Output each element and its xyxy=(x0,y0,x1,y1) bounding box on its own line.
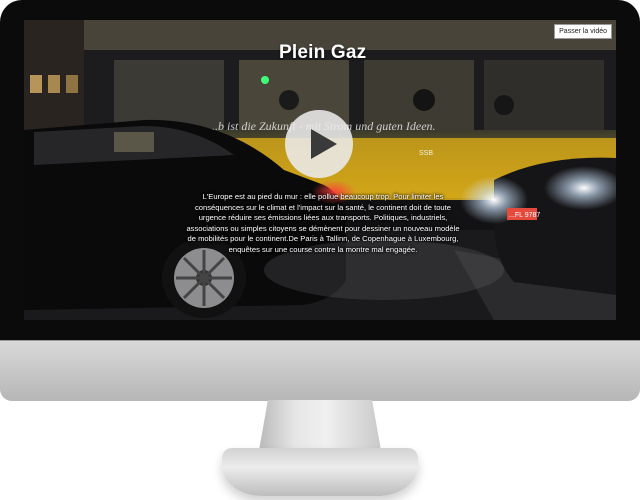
play-icon xyxy=(311,129,337,159)
license-plate-text: ...FL 9787 xyxy=(509,212,540,219)
bus-brand-text: SSB xyxy=(419,150,433,157)
video-player[interactable]: ...b ist die Zukunft - mit Strom und gut… xyxy=(24,20,616,320)
monitor-chin xyxy=(0,340,640,401)
skip-video-button[interactable]: Passer la vidéo xyxy=(554,24,612,39)
video-title: Plein Gaz xyxy=(279,42,367,63)
monitor-stand-base xyxy=(222,448,418,496)
play-button[interactable] xyxy=(285,110,353,178)
video-description: L'Europe est au pied du mur : elle pollu… xyxy=(186,192,460,254)
